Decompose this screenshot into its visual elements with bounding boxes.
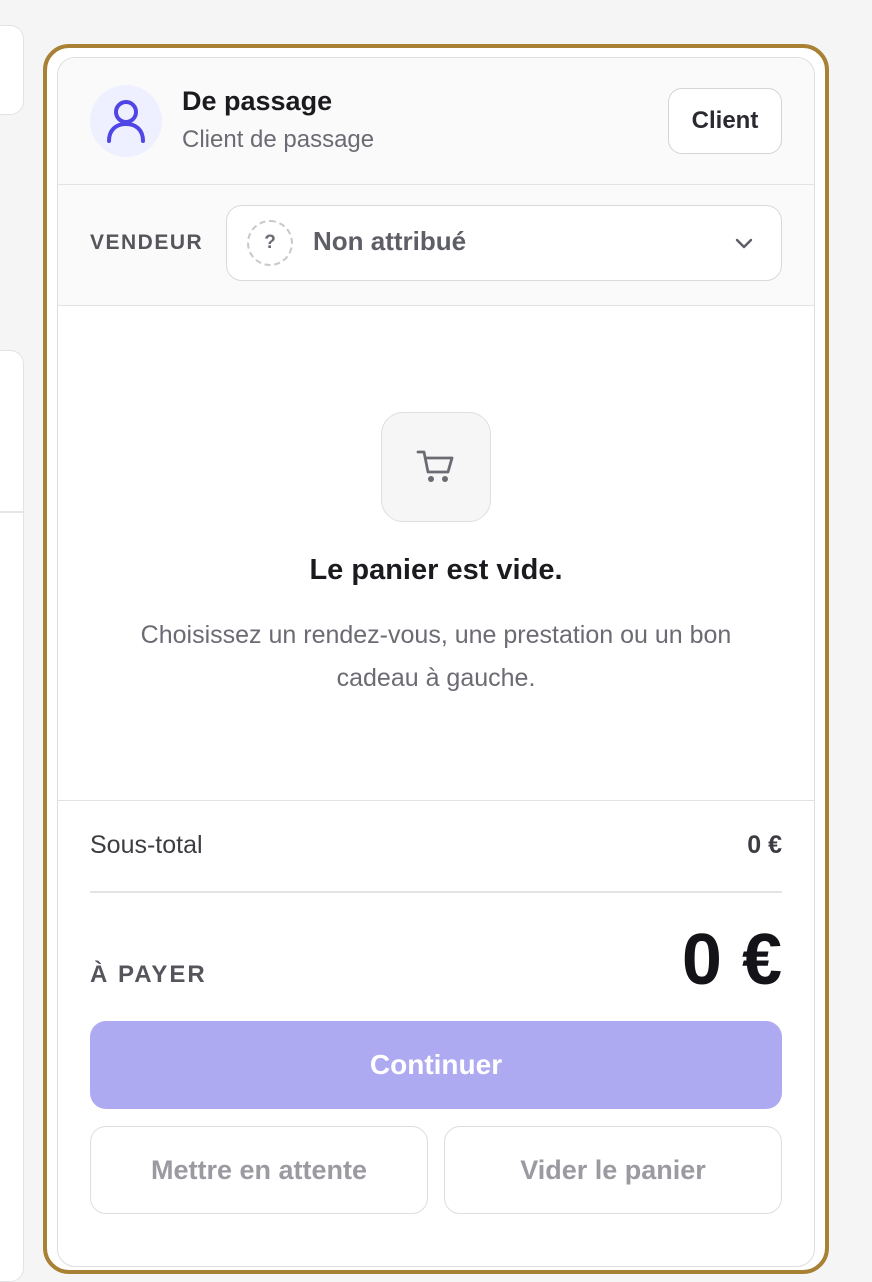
totals-section: Sous-total 0 € À PAYER 0 € Continuer Met…: [58, 800, 814, 1266]
background-card-top: [0, 25, 24, 115]
empty-cart-title: Le panier est vide.: [309, 554, 563, 586]
customer-name: De passage: [182, 86, 333, 116]
customer-subtitle: Client de passage: [182, 126, 375, 153]
cart-icon: [416, 450, 454, 482]
user-icon: [107, 100, 145, 143]
cart-icon-box: [381, 412, 491, 522]
vendor-select[interactable]: ? Non attribué: [226, 205, 782, 281]
background-card-list: [0, 350, 24, 1282]
avatar: [90, 85, 162, 157]
cart-panel: De passage Client de passage Client VEND…: [57, 57, 815, 1267]
subtotal-value: 0 €: [747, 831, 782, 859]
continue-button[interactable]: Continuer: [90, 1021, 782, 1109]
clear-cart-button[interactable]: Vider le panier: [444, 1126, 782, 1214]
empty-cart-state: Le panier est vide. Choisissez un rendez…: [58, 306, 814, 800]
client-button[interactable]: Client: [668, 88, 782, 154]
empty-cart-text: Choisissez un rendez-vous, une prestatio…: [140, 621, 732, 692]
vendor-row: VENDEUR ? Non attribué: [58, 185, 814, 306]
amount-due-value: 0 €: [681, 920, 782, 1000]
subtotal-label: Sous-total: [90, 831, 203, 859]
customer-header: De passage Client de passage Client: [58, 58, 814, 185]
vendor-value: Non attribué: [313, 226, 467, 256]
totals-divider: [90, 891, 782, 893]
vendor-label: VENDEUR: [90, 231, 204, 254]
background-divider: [0, 511, 23, 513]
hold-button[interactable]: Mettre en attente: [90, 1126, 428, 1214]
question-icon: ?: [247, 220, 293, 266]
amount-due-label: À PAYER: [90, 961, 207, 988]
chevron-down-icon: [735, 238, 753, 249]
